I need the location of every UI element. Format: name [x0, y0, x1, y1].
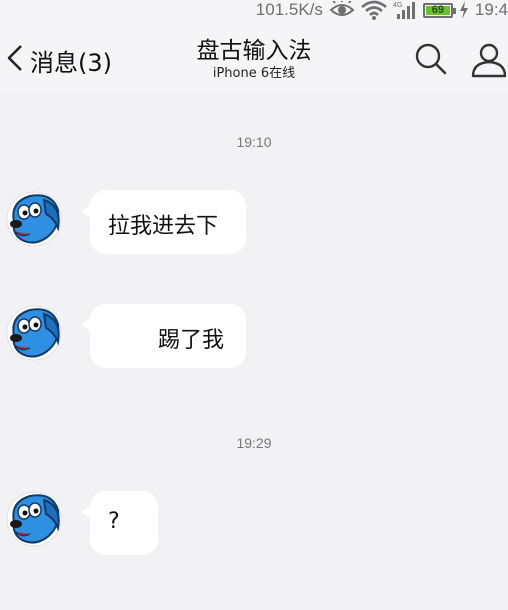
message-text-3: ?	[108, 509, 120, 534]
status-indicators: 101.5K/s 4G 69 19:4	[256, 0, 508, 22]
charge-icon	[459, 1, 469, 19]
contact-button[interactable]	[470, 42, 508, 78]
timestamp-1: 19:10	[236, 134, 272, 150]
status-bar: 101.5K/s 4G 69 19:4	[0, 0, 508, 22]
timestamp-2: 19:29	[236, 435, 272, 451]
search-icon	[415, 43, 447, 75]
eye-icon	[329, 1, 355, 19]
battery-icon: 69	[422, 2, 456, 18]
battery-level: 69	[425, 4, 450, 15]
search-button[interactable]	[414, 42, 448, 76]
contact-icon	[471, 43, 507, 78]
network-type: 4G	[393, 2, 402, 9]
chat-header: 消息(3) 盘古输入法 iPhone 6在线	[0, 22, 508, 94]
dog-avatar[interactable]	[4, 488, 66, 550]
network-speed: 101.5K/s	[255, 0, 323, 19]
message-text-2: 踢了我	[158, 328, 225, 353]
dog-avatar[interactable]	[4, 302, 66, 364]
wifi-icon	[361, 0, 387, 20]
signal-icon: 4G	[393, 0, 417, 20]
message-bubble-2[interactable]: 踢了我	[81, 304, 246, 368]
message-bubble-1[interactable]: 拉我进去下	[81, 190, 246, 254]
status-clock: 19:4	[474, 0, 508, 19]
message-text-1: 拉我进去下	[108, 214, 219, 239]
message-bubble-3[interactable]: ?	[81, 491, 158, 555]
dog-avatar[interactable]	[4, 188, 66, 250]
